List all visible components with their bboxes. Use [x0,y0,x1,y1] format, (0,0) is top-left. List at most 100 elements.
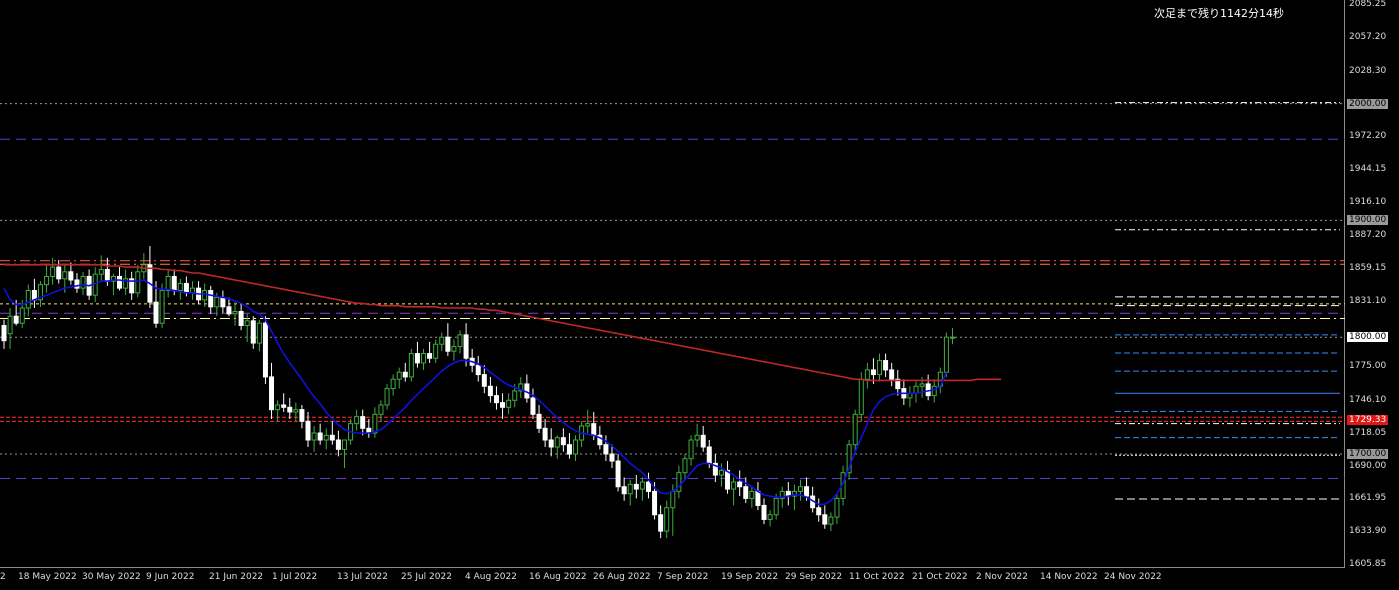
candle-body [706,446,712,464]
candle-body [7,315,13,335]
candle-body [80,275,86,289]
price-tick-label: 1887.20 [1349,230,1387,241]
candle-body [743,486,749,499]
candle-body [421,353,427,364]
time-axis[interactable]: 2 18 May 2022 30 May 2022 9 Jun 2022 21 Jun … [0,568,1345,590]
candle-body [317,432,323,441]
candle-body [299,409,305,422]
candle-body [226,306,232,315]
candle-body [822,514,828,525]
candle-body [281,404,287,408]
candle-body [117,275,123,289]
candle-body [408,353,414,378]
candle-body [852,413,858,446]
price-tick-label: 1718.05 [1349,427,1387,438]
countdown-label: 次足まで残り1142分14秒 [1154,7,1284,20]
candle-body [159,289,165,324]
candle-body [639,481,645,490]
candle-body [864,369,870,380]
candle-body [238,311,244,327]
price-tick-label: 1746.10 [1349,395,1387,406]
candle-body [506,399,512,408]
candle-body [767,514,773,520]
candle-body [585,423,591,427]
candle-body [384,388,390,406]
candle-body [621,486,627,495]
candle-body [390,378,396,390]
candle-body [68,271,74,281]
time-tick-label: 1 Jul 2022 [272,572,318,582]
candle-body [311,432,317,441]
candle-body [354,416,360,425]
candle-body [341,439,347,450]
candle-body [372,413,378,434]
candle-body [858,378,864,415]
candle-body [943,336,949,373]
candle-body [536,413,542,429]
candle-body [542,427,548,441]
candle-body [487,385,493,397]
candle-body [135,271,141,294]
candle-body [19,307,25,324]
time-tick-label: 2 Nov 2022 [976,572,1028,582]
price-tag: 1700.00 [1347,449,1389,460]
chart-area[interactable]: 次足まで残り1142分14秒 [0,0,1345,568]
candle-body [378,404,384,415]
time-tick-label: 7 Sep 2022 [657,572,709,582]
time-tick-label: 26 Aug 2022 [593,572,651,582]
price-axis[interactable]: 2085.25 2057.20 2028.30 2000.00 1972.20 1944.… [1345,0,1399,569]
candle-body [50,266,56,277]
candle-body [512,390,518,401]
candle-body [220,296,226,308]
candle-body [202,289,208,301]
time-tick-label: 9 Jun 2022 [146,572,195,582]
time-tick-label: 18 May 2022 [18,572,77,582]
candle-body [749,490,755,499]
candle-body [658,514,664,532]
candle-body [664,507,670,532]
candle-body [427,353,433,359]
candle-body [232,311,238,315]
candle-body [62,271,68,280]
candle-body [165,275,171,291]
candle-body [214,296,220,308]
candle-body [98,268,104,275]
candle-body [244,320,250,327]
candle-body [396,371,402,380]
candle-body [870,369,876,376]
candle-body [919,383,925,387]
price-tag: 1900.00 [1347,215,1389,226]
candle-body [797,486,803,492]
candle-body [834,497,840,518]
time-tick-label: 19 Sep 2022 [721,572,779,582]
candle-body [603,444,609,455]
candle-body [500,402,506,408]
price-tag: 1800.00 [1347,332,1389,343]
candle-body [828,516,834,525]
price-tick-label: 2028.30 [1349,65,1387,76]
time-tick-label: 25 Jul 2022 [401,572,452,582]
price-tick-label: 1633.90 [1349,526,1387,537]
candle-body [457,334,463,348]
time-tick-label: 14 Nov 2022 [1040,572,1098,582]
candle-body [718,469,724,476]
candle-body [250,320,256,344]
candle-body [949,336,955,339]
price-tick-label: 2057.20 [1349,31,1387,42]
candle-body [883,360,889,371]
candle-body [530,397,536,415]
price-tick-label: 1944.15 [1349,163,1387,174]
candle-body [305,420,311,441]
candlestick-chart[interactable] [0,0,1345,568]
candle-body [323,434,329,441]
price-tick-label: 1661.95 [1349,493,1387,504]
candle-body [183,282,189,294]
time-tick-label: 21 Jun 2022 [209,572,264,582]
candle-body [682,458,688,474]
candle-body [591,423,597,436]
candle-body [670,490,676,509]
candle-body [56,266,62,280]
candle-body [560,437,566,446]
price-tick-label: 1972.20 [1349,131,1387,142]
candle-body [256,322,262,344]
